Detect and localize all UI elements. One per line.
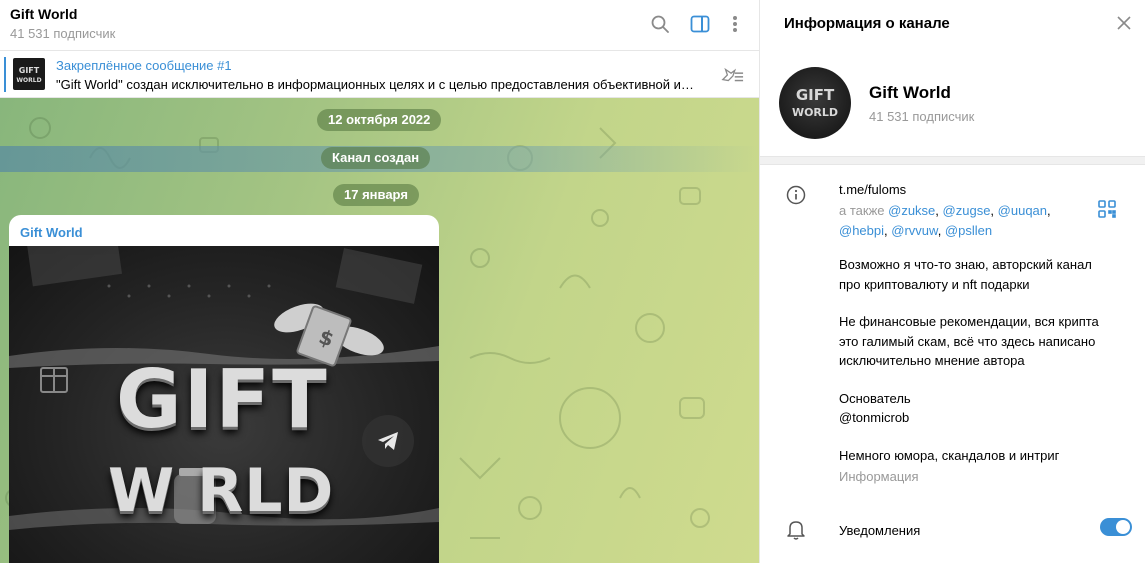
chat-background: 12 октября 2022 Канал создан 17 января G… <box>0 98 759 563</box>
pinned-message-bar[interactable]: GIFT WORLD Закреплённое сообщение #1 "Gi… <box>0 51 759 98</box>
pinned-indicator <box>4 57 6 92</box>
image-title-world: W RLD <box>108 456 335 526</box>
image-title-gift: GIFT <box>116 353 329 446</box>
channel-name: Gift World <box>869 83 951 102</box>
chat-title[interactable]: Gift World <box>10 6 77 22</box>
alias-link[interactable]: @zugse <box>943 203 991 218</box>
channel-created-label: Канал создан <box>321 147 431 169</box>
founder-label: Основатель <box>839 391 911 406</box>
alias-link[interactable]: @hebpi <box>839 223 884 238</box>
channel-link[interactable]: t.me/fuloms <box>839 180 906 200</box>
info-icon <box>784 183 808 207</box>
chat-panel: Gift World 41 531 подписчик GIFT WORLD З… <box>0 0 759 563</box>
aliases-line-2: @hebpi, @rvvuw, @psllen <box>839 223 993 238</box>
channel-info-panel: Информация о канале GIFT WORLD Gift Worl… <box>759 0 1145 563</box>
description-1-line-2: про криптовалюту и nft подарки <box>839 277 1030 292</box>
gift-box-icon <box>40 367 68 393</box>
date-separator: 12 октября 2022 <box>317 109 442 131</box>
telegram-share-icon <box>378 432 398 450</box>
message-author[interactable]: Gift World <box>20 225 83 240</box>
founder-link[interactable]: @tonmicrob <box>839 408 909 428</box>
svg-text:WORLD: WORLD <box>16 77 41 84</box>
date-separator: 17 января <box>333 184 419 206</box>
alias-link[interactable]: @psllen <box>945 223 992 238</box>
pinned-title[interactable]: Закреплённое сообщение #1 <box>56 58 232 73</box>
description-2-line-2: это галимый скам, всё что здесь написано <box>839 334 1096 349</box>
info-panel-title: Информация о канале <box>784 15 950 32</box>
description-2-line-3: исключительно мнение автора <box>839 353 1025 368</box>
channel-subscriber-count: 41 531 подписчик <box>869 109 975 124</box>
alias-link[interactable]: @uuqan <box>998 203 1047 218</box>
share-button[interactable] <box>362 415 414 467</box>
channel-message[interactable]: Gift World $ GIFT W RLD <box>9 215 439 563</box>
alias-link[interactable]: @rvvuw <box>891 223 937 238</box>
aliases-line-1: а также @zukse, @zugse, @uuqan, <box>839 203 1051 218</box>
search-icon[interactable] <box>648 12 672 36</box>
chat-subscriber-count: 41 531 подписчик <box>10 26 116 41</box>
alias-link[interactable]: @zukse <box>888 203 935 218</box>
pinned-thumbnail: GIFT WORLD <box>13 58 45 90</box>
tagline: Немного юмора, скандалов и интриг <box>839 448 1060 463</box>
close-icon[interactable] <box>1114 13 1134 33</box>
channel-avatar[interactable]: GIFT WORLD <box>779 67 851 139</box>
description-1-line-1: Возможно я что-то знаю, авторский канал <box>839 257 1092 272</box>
pinned-list-icon[interactable] <box>720 63 744 87</box>
notifications-label: Уведомления <box>839 523 921 538</box>
chat-header[interactable]: Gift World 41 531 подписчик <box>0 0 759 51</box>
svg-text:GIFT: GIFT <box>796 86 835 104</box>
sidebar-toggle-icon[interactable] <box>688 12 712 36</box>
description-2-line-1: Не финансовые рекомендации, вся крипта <box>839 314 1099 329</box>
svg-text:GIFT: GIFT <box>19 66 40 75</box>
svg-text:WORLD: WORLD <box>792 106 838 119</box>
info-section-label: Информация <box>839 469 919 484</box>
pinned-text[interactable]: "Gift World" создан исключительно в инфо… <box>56 77 701 92</box>
more-vertical-icon[interactable] <box>723 12 747 36</box>
message-image[interactable]: $ GIFT W RLD <box>9 246 439 563</box>
notifications-toggle[interactable] <box>1100 518 1132 536</box>
aliases-prefix: а также <box>839 203 885 218</box>
section-divider <box>760 156 1145 165</box>
bell-icon <box>784 518 808 542</box>
qr-code-icon[interactable] <box>1098 200 1118 220</box>
